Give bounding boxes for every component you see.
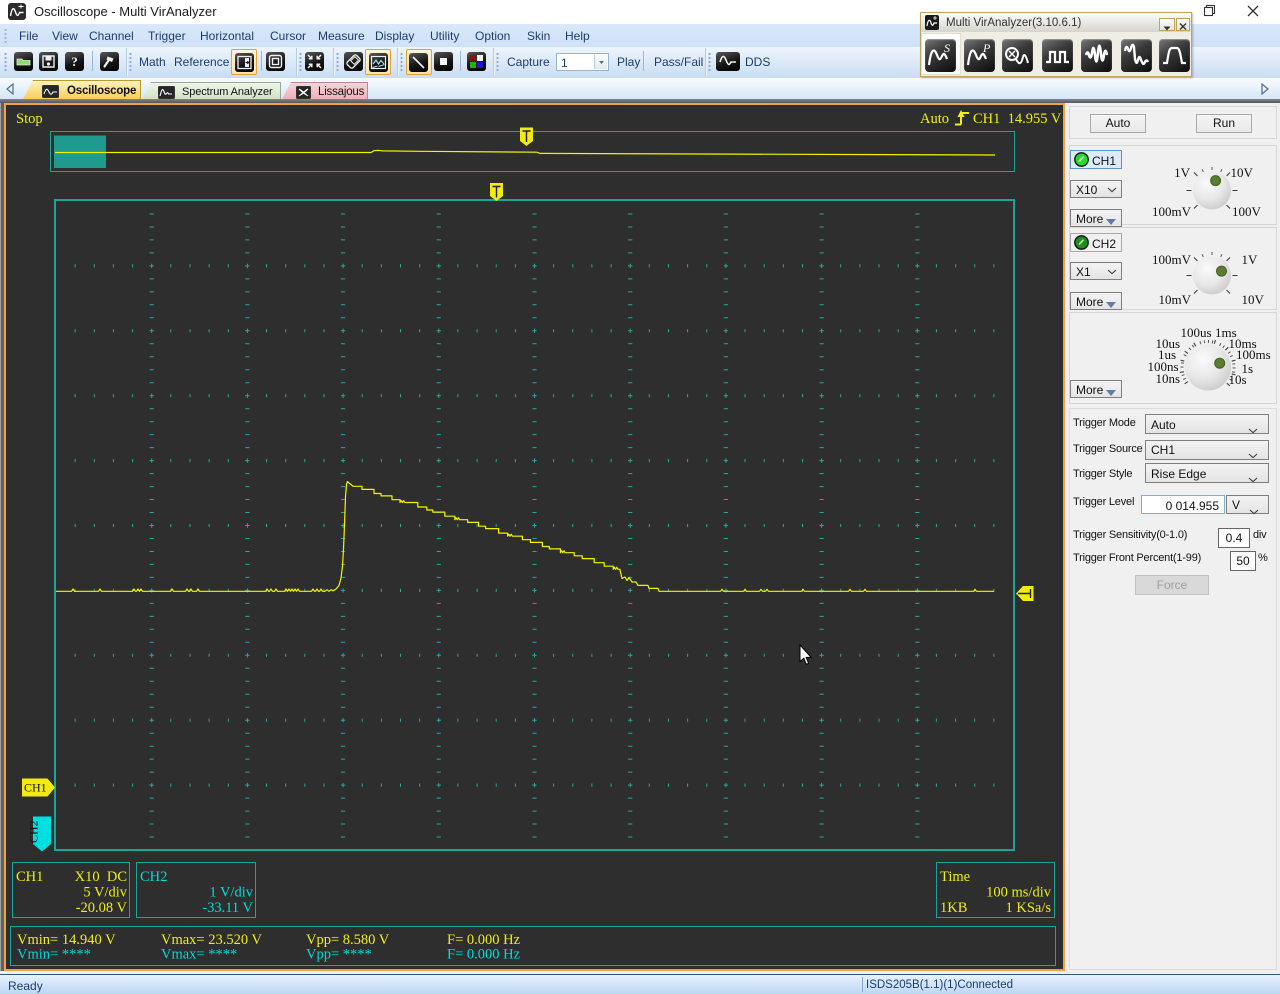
svg-text:1 KSa/s: 1 KSa/s	[1005, 900, 1051, 916]
svg-text:P: P	[982, 41, 991, 55]
svg-text:Vpp= ****: Vpp= ****	[306, 947, 372, 963]
svg-text:-33.11 V: -33.11 V	[202, 900, 253, 916]
svg-text:-20.08 V: -20.08 V	[76, 900, 128, 916]
svg-text:Time: Time	[940, 869, 970, 885]
svg-text:1 V/div: 1 V/div	[209, 885, 253, 901]
svg-text:CH1: CH1	[24, 781, 47, 795]
svg-text:100 ms/div: 100 ms/div	[986, 885, 1052, 901]
svg-text:Stop: Stop	[16, 111, 43, 127]
svg-text:Vmax= ****: Vmax= ****	[161, 947, 237, 963]
svg-text:5 V/div: 5 V/div	[83, 885, 127, 901]
svg-text:F= 0.000 Hz: F= 0.000 Hz	[447, 947, 521, 963]
svg-text:Auto: Auto	[920, 111, 949, 127]
svg-text:CH2: CH2	[27, 820, 41, 843]
svg-text:CH1: CH1	[16, 869, 43, 885]
svg-text:Vmin= ****: Vmin= ****	[17, 947, 91, 963]
svg-text:1KB: 1KB	[940, 900, 967, 916]
svg-text:S: S	[944, 41, 950, 55]
svg-text:CH2: CH2	[140, 869, 167, 885]
svg-text:CH1 14.955 V: CH1 14.955 V	[973, 111, 1062, 127]
svg-text:X10 DC: X10 DC	[75, 869, 127, 885]
